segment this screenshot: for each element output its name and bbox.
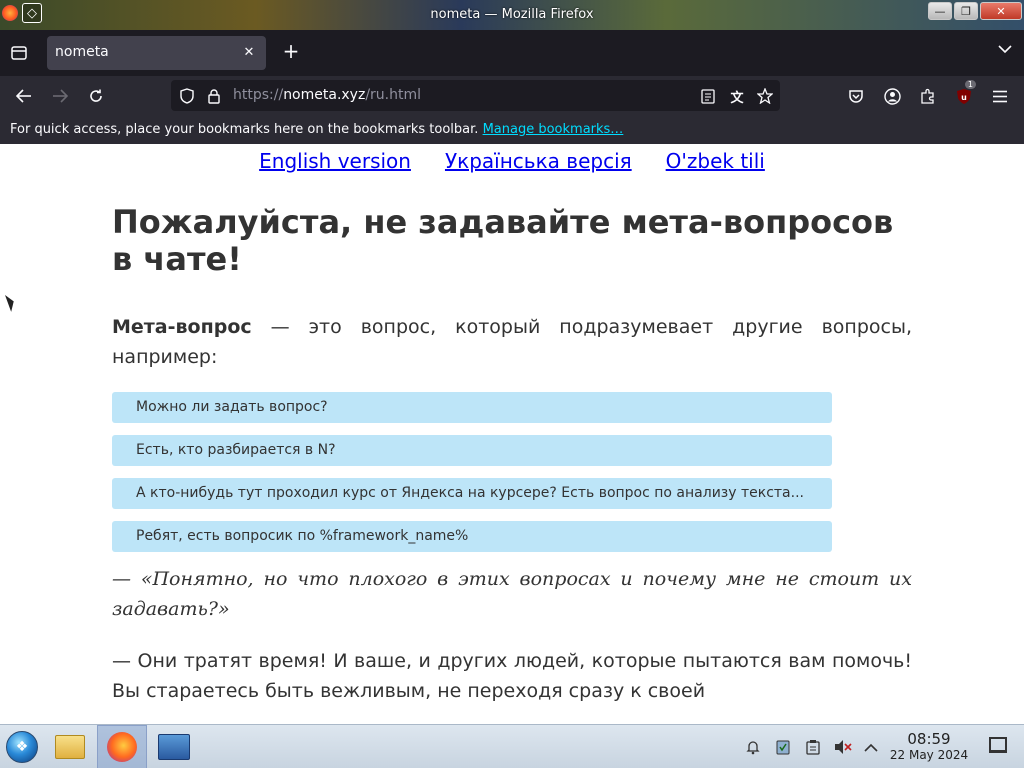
example-item: Ребят, есть вопросик по %framework_name%	[112, 521, 832, 552]
new-tab-button[interactable]: +	[280, 39, 302, 63]
navigation-toolbar: https://nometa.xyz/ru.html 文 u 1	[0, 76, 1024, 116]
bookmark-star-icon[interactable]	[755, 86, 775, 106]
account-icon[interactable]	[880, 84, 904, 108]
translate-icon[interactable]: 文	[727, 86, 747, 106]
taskbar-clock[interactable]: 08:59 22 May 2024	[882, 731, 976, 763]
ublock-origin-icon[interactable]: u 1	[952, 80, 976, 108]
svg-text:u: u	[961, 93, 967, 102]
forward-button[interactable]	[48, 84, 72, 108]
window-controls: — ❐ ✕	[928, 2, 1022, 20]
padlock-icon[interactable]	[204, 86, 224, 106]
window-titlebar[interactable]: ◇ nometa — Mozilla Firefox — ❐ ✕	[0, 0, 1024, 30]
firefox-taskbar-item[interactable]	[104, 729, 140, 765]
url-scheme: https://	[233, 87, 284, 103]
tab-strip: nometa ✕ +	[0, 30, 1024, 76]
taskbar: ❖ 08:59 22 May 2024	[0, 724, 1024, 768]
show-desktop-icon[interactable]	[989, 737, 1007, 753]
maximize-button[interactable]: ❐	[954, 2, 978, 20]
minimize-button[interactable]: —	[928, 2, 952, 20]
file-manager-taskbar-item[interactable]	[52, 729, 88, 765]
page-heading: Пожалуйста, не задавайте мета-вопросов в…	[112, 203, 894, 278]
bookmarks-hint-text: For quick access, place your bookmarks h…	[10, 122, 479, 137]
back-button[interactable]	[12, 84, 36, 108]
objection-quote: — «Понятно, но что плохого в этих вопрос…	[112, 568, 912, 620]
url-path: /ru.html	[365, 87, 422, 103]
clock-time: 08:59	[907, 730, 951, 748]
remote-desktop-taskbar-item[interactable]	[156, 729, 192, 765]
url-bar[interactable]: https://nometa.xyz/ru.html 文	[171, 80, 780, 111]
manage-bookmarks-link[interactable]: Manage bookmarks…	[483, 122, 624, 137]
bookmarks-toolbar: For quick access, place your bookmarks h…	[0, 116, 1024, 144]
uzbek-version-link[interactable]: O'zbek tili	[666, 149, 765, 173]
folder-icon	[55, 735, 85, 759]
tab-nometa[interactable]: nometa ✕	[47, 36, 266, 70]
url-text[interactable]: https://nometa.xyz/ru.html	[233, 87, 421, 103]
start-menu-button[interactable]: ❖	[4, 729, 40, 765]
close-tab-icon[interactable]: ✕	[240, 43, 258, 61]
answer-paragraph: — Они тратят время! И ваше, и других люд…	[112, 650, 912, 702]
list-all-tabs-icon[interactable]	[998, 42, 1012, 58]
example-item: Есть, кто разбирается в N?	[112, 435, 832, 466]
pocket-icon[interactable]	[844, 84, 868, 108]
url-host: nometa.xyz	[283, 87, 366, 103]
firefox-icon	[107, 732, 137, 762]
updates-tray-icon[interactable]	[773, 737, 793, 757]
window-title: nometa — Mozilla Firefox	[430, 7, 594, 22]
firefox-view-icon[interactable]	[8, 42, 30, 64]
remote-desktop-icon	[158, 734, 190, 760]
language-links: English version Українська версія O'zbek t…	[0, 149, 1024, 173]
tab-label: nometa	[55, 44, 109, 60]
example-item: А кто-нибудь тут проходил курс от Яндекс…	[112, 478, 832, 509]
extension-badge-count: 1	[964, 80, 976, 89]
reader-view-icon[interactable]	[698, 86, 718, 106]
example-item: Можно ли задать вопрос?	[112, 392, 832, 423]
start-orb-icon: ❖	[6, 731, 38, 763]
page-content: English version Українська версія O'zbek t…	[0, 144, 1024, 724]
intro-term: Мета-вопрос	[112, 316, 252, 338]
ukrainian-version-link[interactable]: Українська версія	[445, 149, 632, 173]
application-menu-icon[interactable]	[988, 84, 1012, 108]
reload-button[interactable]	[84, 84, 108, 108]
english-version-link[interactable]: English version	[259, 149, 411, 173]
clipboard-icon[interactable]	[803, 737, 823, 757]
close-window-button[interactable]: ✕	[980, 2, 1022, 20]
volume-muted-icon[interactable]	[833, 737, 853, 757]
meta-question-examples: Можно ли задать вопрос? Есть, кто разбир…	[112, 392, 832, 552]
clock-date: 22 May 2024	[889, 748, 969, 762]
tray-expand-chevron-icon[interactable]	[861, 737, 881, 757]
tracking-protection-shield-icon[interactable]	[177, 86, 197, 106]
extensions-puzzle-icon[interactable]	[916, 84, 940, 108]
bookmarks-hint: For quick access, place your bookmarks h…	[10, 122, 623, 137]
notifications-bell-icon[interactable]	[743, 737, 763, 757]
article: Пожалуйста, не задавайте мета-вопросов в…	[112, 204, 912, 706]
intro-paragraph: Мета-вопрос — это вопрос, который подраз…	[112, 312, 912, 372]
